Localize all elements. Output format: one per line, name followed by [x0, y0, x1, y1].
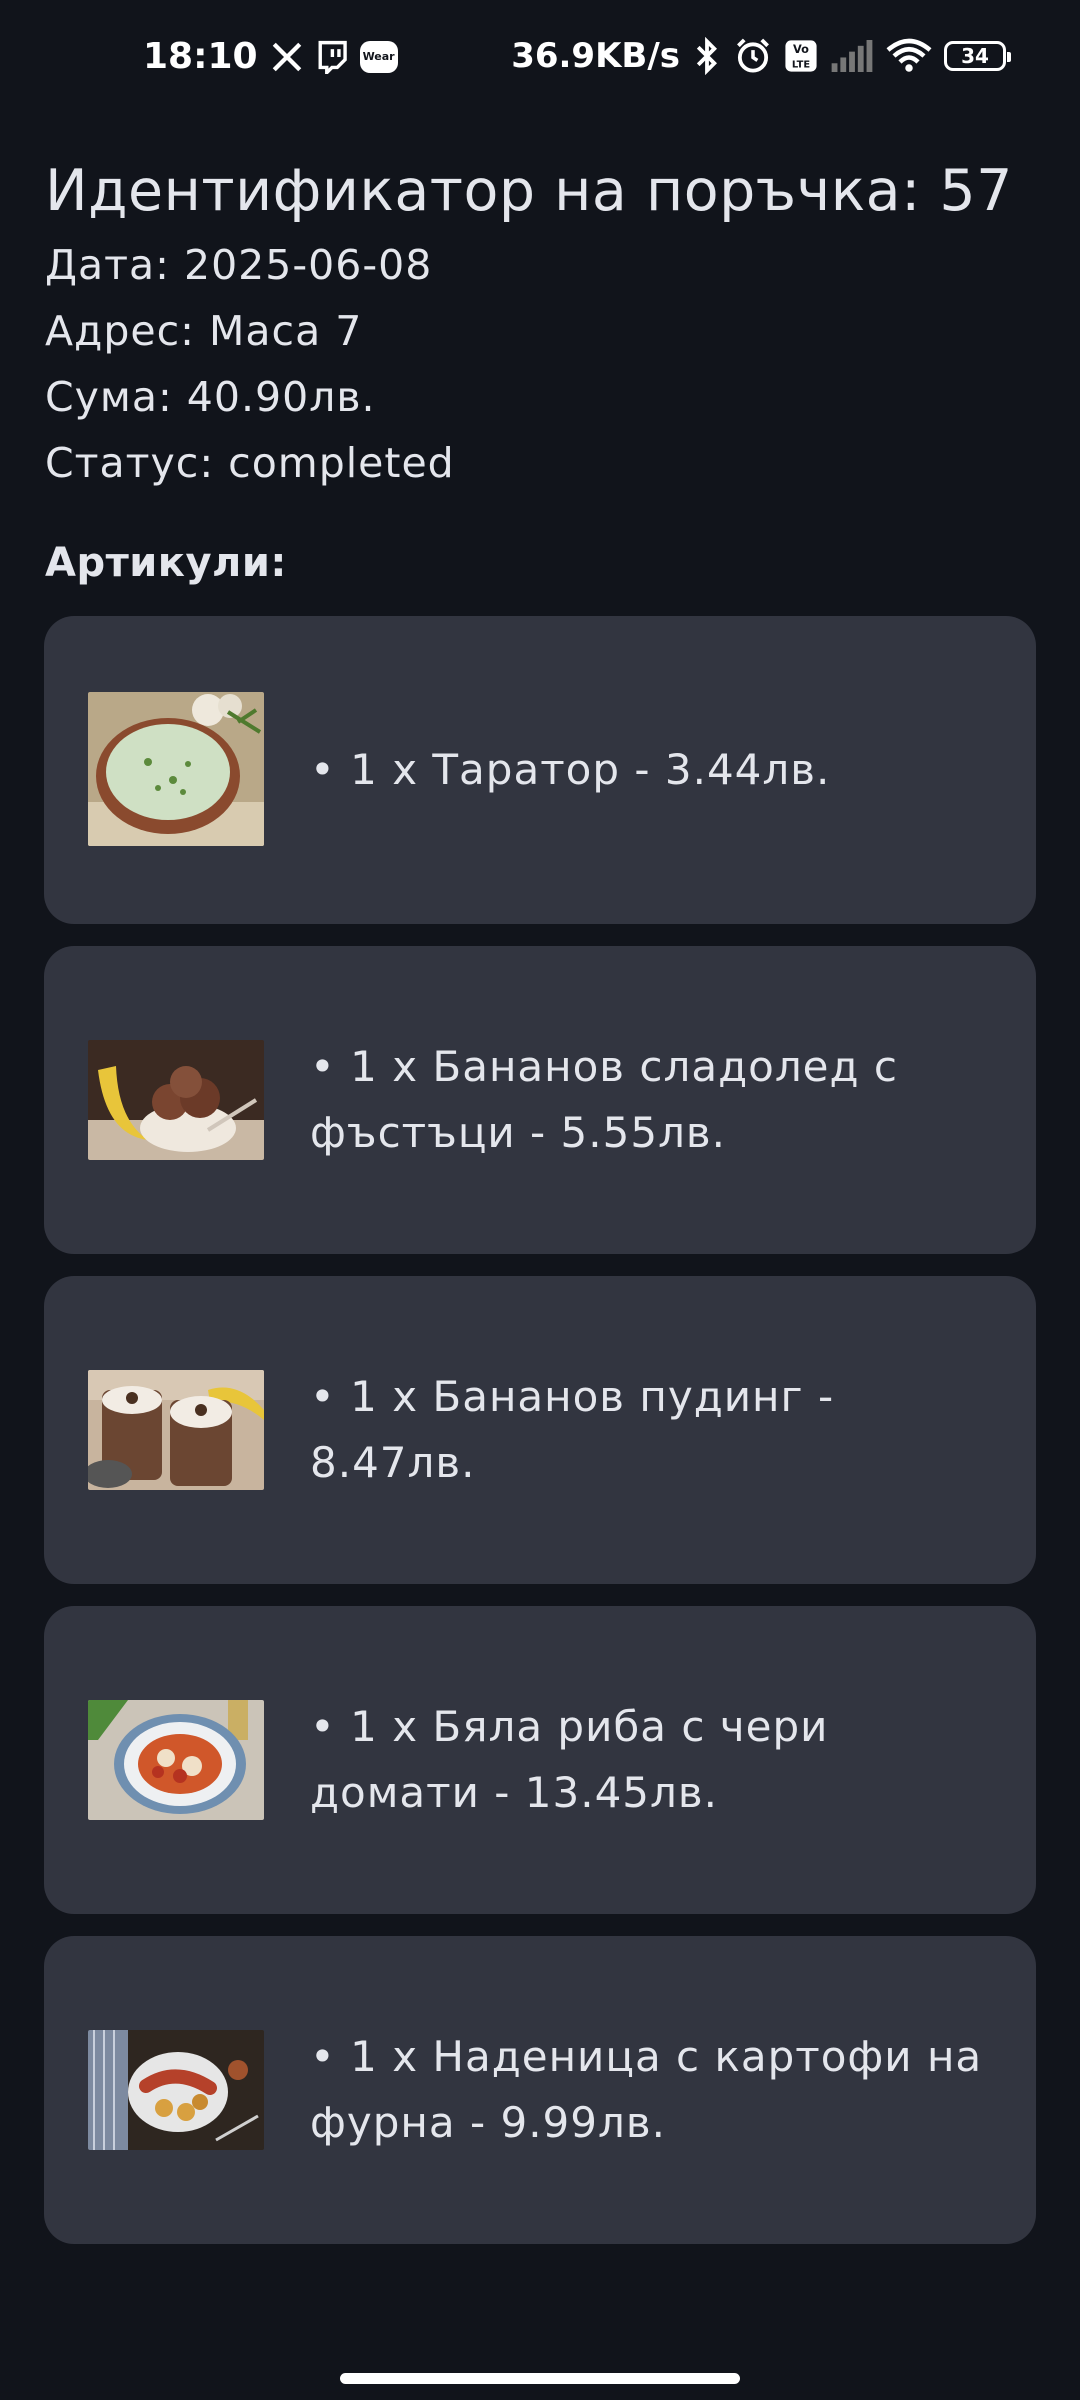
item-label: • 1 x Бяла риба с чери домати - 13.45лв.	[310, 1702, 829, 1817]
tarator-photo	[88, 692, 264, 846]
order-id-title: Идентификатор на поръчка: 57	[45, 158, 1013, 224]
status-bar-right: 36.9KB/s Vo LTE 34	[511, 36, 1011, 76]
network-speed: 36.9KB/s	[511, 36, 680, 76]
list-item[interactable]: • 1 x Наденица с картофи на фурна - 9.99…	[44, 1936, 1036, 2244]
twitch-icon	[316, 37, 348, 77]
bluetooth-icon	[692, 36, 722, 76]
status-bar-left: 18:10 Wear	[143, 36, 398, 77]
list-item[interactable]: • 1 x Бяла риба с чери домати - 13.45лв.	[44, 1606, 1036, 1914]
white-fish-photo	[88, 1700, 264, 1820]
list-item[interactable]: • 1 x Таратор - 3.44лв.	[44, 616, 1036, 924]
alarm-icon	[734, 36, 772, 76]
sausage-potatoes-photo	[88, 2030, 264, 2150]
banana-pudding-photo	[88, 1370, 264, 1490]
svg-text:Vo: Vo	[793, 42, 809, 56]
battery-icon: 34	[944, 41, 1011, 71]
wear-icon: Wear	[359, 40, 398, 73]
list-item[interactable]: • 1 x Бананов сладолед с фъстъци - 5.55л…	[44, 946, 1036, 1254]
status-bar: 18:10 Wear 36.9KB/s Vo LTE 34	[0, 0, 1080, 120]
order-status: Статус: completed	[45, 439, 455, 487]
item-label: • 1 x Бананов сладолед с фъстъци - 5.55л…	[310, 1042, 898, 1157]
home-indicator[interactable]	[340, 2373, 740, 2384]
order-details: Идентификатор на поръчка: 57 Дата: 2025-…	[45, 150, 1035, 496]
order-date: Дата: 2025-06-08	[45, 241, 433, 289]
list-item[interactable]: • 1 x Бананов пудинг - 8.47лв.	[44, 1276, 1036, 1584]
banana-ice-cream-photo	[88, 1040, 264, 1160]
order-total: Сума: 40.90лв.	[45, 373, 376, 421]
order-address: Адрес: Маса 7	[45, 307, 363, 355]
x-icon	[270, 37, 304, 77]
wifi-icon	[886, 36, 932, 76]
svg-text:LTE: LTE	[792, 59, 810, 70]
volte-icon: Vo LTE	[784, 36, 818, 76]
item-label: • 1 x Наденица с картофи на фурна - 9.99…	[310, 2032, 983, 2147]
item-label: • 1 x Бананов пудинг - 8.47лв.	[310, 1372, 835, 1487]
item-label: • 1 x Таратор - 3.44лв.	[310, 745, 831, 794]
items-heading: Артикули:	[45, 540, 287, 586]
status-time: 18:10	[143, 36, 258, 77]
items-list: • 1 x Таратор - 3.44лв. • 1 x Бананов сл…	[44, 616, 1036, 2266]
signal-icon	[830, 36, 874, 76]
